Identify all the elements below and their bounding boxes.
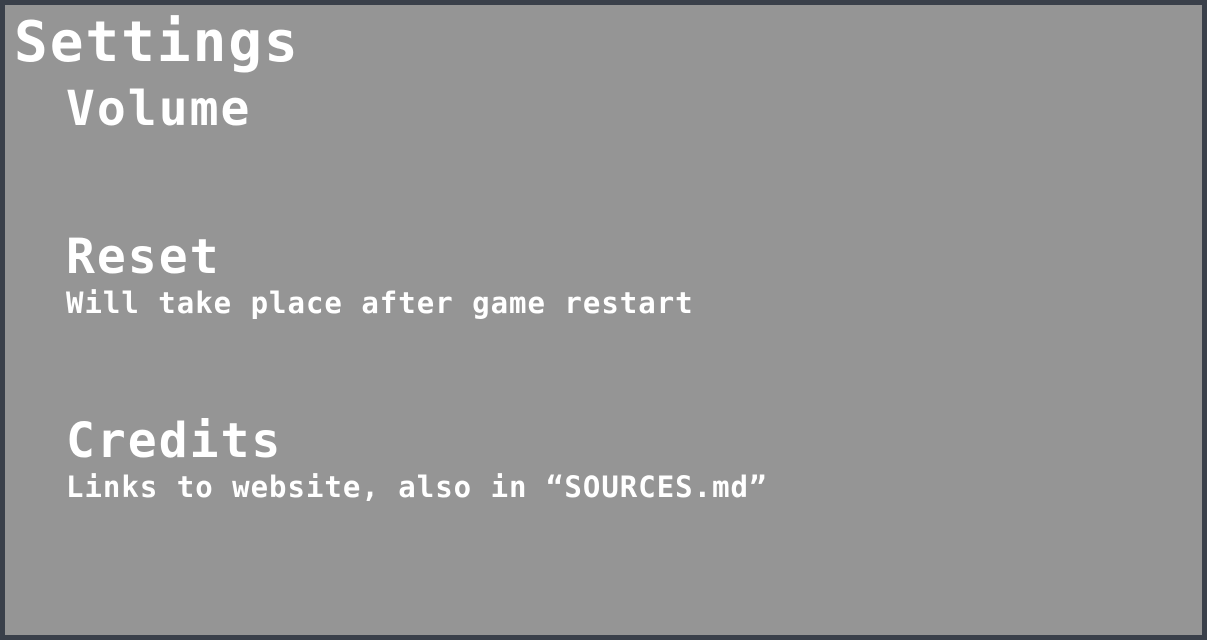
credits-description: Links to website, also in “SOURCES.md”	[66, 470, 768, 504]
reset-option[interactable]: Reset	[66, 233, 221, 281]
volume-option[interactable]: Volume	[66, 85, 251, 133]
settings-title: Settings	[14, 10, 300, 75]
credits-option[interactable]: Credits	[66, 417, 282, 465]
settings-panel: Settings Volume Reset Will take place af…	[0, 0, 1207, 640]
reset-description: Will take place after game restart	[66, 286, 694, 320]
